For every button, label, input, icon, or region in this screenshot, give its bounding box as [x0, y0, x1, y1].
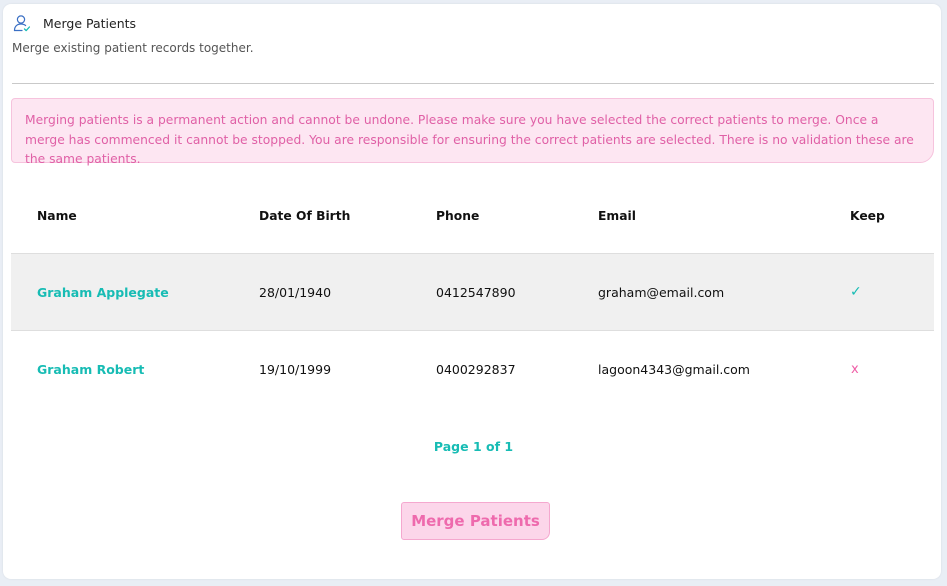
page-title: Merge Patients [43, 15, 137, 31]
patient-email: lagoon4343@gmail.com [598, 362, 750, 377]
patients-table: Name Date Of Birth Phone Email Keep Grah… [11, 178, 934, 408]
patient-phone: 0400292837 [436, 362, 516, 377]
patient-name-link[interactable]: Graham Applegate [37, 285, 169, 300]
column-header-keep: Keep [850, 208, 885, 223]
patient-dob: 28/01/1940 [259, 284, 332, 300]
table-row[interactable]: Graham Robert 19/10/1999 0400292837 lago… [11, 331, 934, 408]
page-header: Merge Patients [12, 13, 136, 33]
patient-dob: 19/10/1999 [259, 362, 332, 377]
table-header-row: Name Date Of Birth Phone Email Keep [11, 178, 934, 254]
merge-patients-button[interactable]: Merge Patients [401, 502, 550, 540]
patient-phone: 0412547890 [436, 284, 516, 300]
patient-name-link[interactable]: Graham Robert [37, 362, 144, 377]
page-subtitle: Merge existing patient records together. [12, 41, 254, 55]
merge-patients-card: Merge Patients Merge existing patient re… [3, 4, 941, 579]
pagination-label: Page 1 of 1 [433, 439, 514, 454]
column-header-phone: Phone [436, 208, 480, 223]
user-icon [12, 13, 32, 33]
column-header-dob: Date Of Birth [259, 208, 351, 223]
merge-warning-banner: Merging patients is a permanent action a… [11, 98, 934, 166]
column-header-email: Email [598, 208, 636, 223]
table-row[interactable]: Graham Applegate 28/01/1940 0412547890 g… [11, 254, 934, 331]
column-header-name: Name [37, 208, 77, 223]
patient-email: graham@email.com [598, 284, 725, 300]
header-divider [12, 83, 934, 84]
keep-cross-icon[interactable]: x [850, 362, 859, 377]
keep-check-icon[interactable]: ✓ [850, 284, 862, 300]
